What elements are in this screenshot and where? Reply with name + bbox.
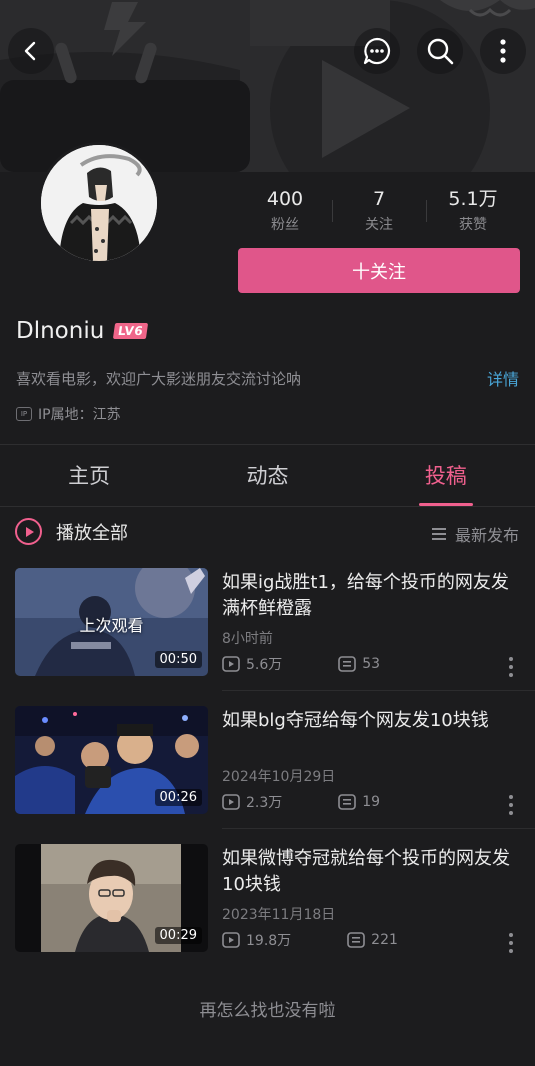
play-all-label: 播放全部 <box>56 522 128 544</box>
list-separator <box>222 828 535 829</box>
back-button[interactable] <box>8 28 54 74</box>
avatar[interactable] <box>38 142 160 264</box>
more-button[interactable] <box>480 28 526 74</box>
end-of-list-text: 再怎么找也没有啦 <box>199 1001 336 1021</box>
view-count: 2.3万 <box>222 792 282 812</box>
video-more-icon[interactable] <box>505 794 517 816</box>
comment-count: 221 <box>347 932 398 948</box>
ip-location-text: IP属地：江苏 <box>38 407 121 423</box>
comment-count-icon <box>338 794 357 810</box>
video-meta: 19.8万 221 <box>222 930 398 950</box>
avatar-image <box>41 145 157 261</box>
stat-following[interactable]: 7 关注 <box>332 186 426 238</box>
profile-tabs: 主页 动态 投稿 <box>0 446 535 506</box>
stats-row: 400 粉丝 7 关注 5.1万 获赞 <box>238 186 520 238</box>
ip-location-icon: IP <box>16 407 32 421</box>
stat-followers[interactable]: 400 粉丝 <box>238 186 332 238</box>
bio-text: 喜欢看电影，欢迎广大影迷朋友交流讨论呐 <box>16 370 302 388</box>
level-badge: LV6 <box>113 323 149 339</box>
profile-section: 400 粉丝 7 关注 5.1万 获赞 十关注 Dlnoniu LV6 喜欢看电… <box>0 142 535 444</box>
video-thumbnail[interactable]: 00:29 <box>15 844 208 952</box>
play-circle-icon <box>15 518 42 545</box>
list-separator <box>222 690 535 691</box>
stat-likes[interactable]: 5.1万 获赞 <box>426 186 520 238</box>
video-duration: 00:26 <box>154 789 202 806</box>
stat-label: 关注 <box>365 217 393 233</box>
search-icon <box>427 38 454 65</box>
username-row: Dlnoniu LV6 <box>16 318 149 344</box>
tab-dynamics[interactable]: 动态 <box>178 446 356 506</box>
play-count-icon <box>222 932 240 948</box>
play-all-button[interactable]: 播放全部 <box>15 518 128 545</box>
comment-count: 19 <box>338 794 380 810</box>
video-item[interactable]: 00:26 如果blg夺冠给每个网友发10块钱 2024年10月29日 2.3万… <box>0 706 535 844</box>
video-meta: 2.3万 19 <box>222 792 380 812</box>
comment-count-icon <box>347 932 365 948</box>
view-count: 19.8万 <box>222 930 291 950</box>
stat-value: 7 <box>372 188 386 210</box>
stat-value: 5.1万 <box>448 188 498 210</box>
video-more-icon[interactable] <box>505 932 517 954</box>
view-count-value: 19.8万 <box>246 933 292 949</box>
play-count-icon <box>222 656 240 672</box>
video-date: 2024年10月29日 <box>222 769 336 785</box>
video-duration: 00:50 <box>154 651 202 668</box>
list-header: 播放全部 最新发布 <box>0 508 535 558</box>
sort-button[interactable]: 最新发布 <box>431 522 519 546</box>
message-button[interactable] <box>354 28 400 74</box>
comment-count-icon <box>338 656 357 672</box>
video-title: 如果ig战胜t1，给每个投币的网友发满杯鲜橙露 <box>222 572 509 619</box>
follow-button[interactable]: 十关注 <box>238 248 520 293</box>
view-count-value: 5.6万 <box>246 657 283 673</box>
detail-link[interactable]: 详情 <box>487 366 519 390</box>
sort-label: 最新发布 <box>454 526 519 545</box>
video-thumbnail[interactable]: 上次观看 00:50 <box>15 568 208 676</box>
view-count-value: 2.3万 <box>246 795 283 811</box>
comment-count-value: 53 <box>362 656 381 672</box>
stat-label: 获赞 <box>459 217 487 233</box>
stat-label: 粉丝 <box>271 217 299 233</box>
video-duration: 00:29 <box>154 927 202 944</box>
comment-count-value: 221 <box>371 932 398 948</box>
tab-uploads[interactable]: 投稿 <box>357 446 535 506</box>
ip-location-row: IP IP属地：江苏 <box>16 404 121 424</box>
video-thumbnail[interactable]: 00:26 <box>15 706 208 814</box>
view-count: 5.6万 <box>222 654 282 674</box>
more-vertical-icon <box>500 39 506 63</box>
username: Dlnoniu <box>16 318 105 344</box>
search-button[interactable] <box>417 28 463 74</box>
video-item[interactable]: 00:29 如果微博夺冠就给每个投币的网友发10块钱 2023年11月18日 1… <box>0 844 535 982</box>
sort-list-icon <box>431 528 446 540</box>
tabs-divider <box>0 506 535 507</box>
comment-count-value: 19 <box>362 794 381 810</box>
video-title: 如果微博夺冠就给每个投币的网友发10块钱 <box>222 848 510 895</box>
section-divider <box>0 444 535 445</box>
video-more-icon[interactable] <box>505 656 517 678</box>
video-date: 8小时前 <box>222 631 273 647</box>
video-item[interactable]: 上次观看 00:50 如果ig战胜t1，给每个投币的网友发满杯鲜橙露 8小时前 … <box>0 568 535 706</box>
last-watched-label: 上次观看 <box>79 616 144 635</box>
stat-value: 400 <box>266 188 304 210</box>
video-date: 2023年11月18日 <box>222 907 336 923</box>
tab-home[interactable]: 主页 <box>0 446 178 506</box>
comment-count: 53 <box>338 656 380 672</box>
video-meta: 5.6万 53 <box>222 654 380 674</box>
message-icon <box>363 37 391 65</box>
play-count-icon <box>222 794 240 810</box>
back-arrow-icon <box>24 41 36 61</box>
video-title: 如果blg夺冠给每个网友发10块钱 <box>222 710 489 731</box>
